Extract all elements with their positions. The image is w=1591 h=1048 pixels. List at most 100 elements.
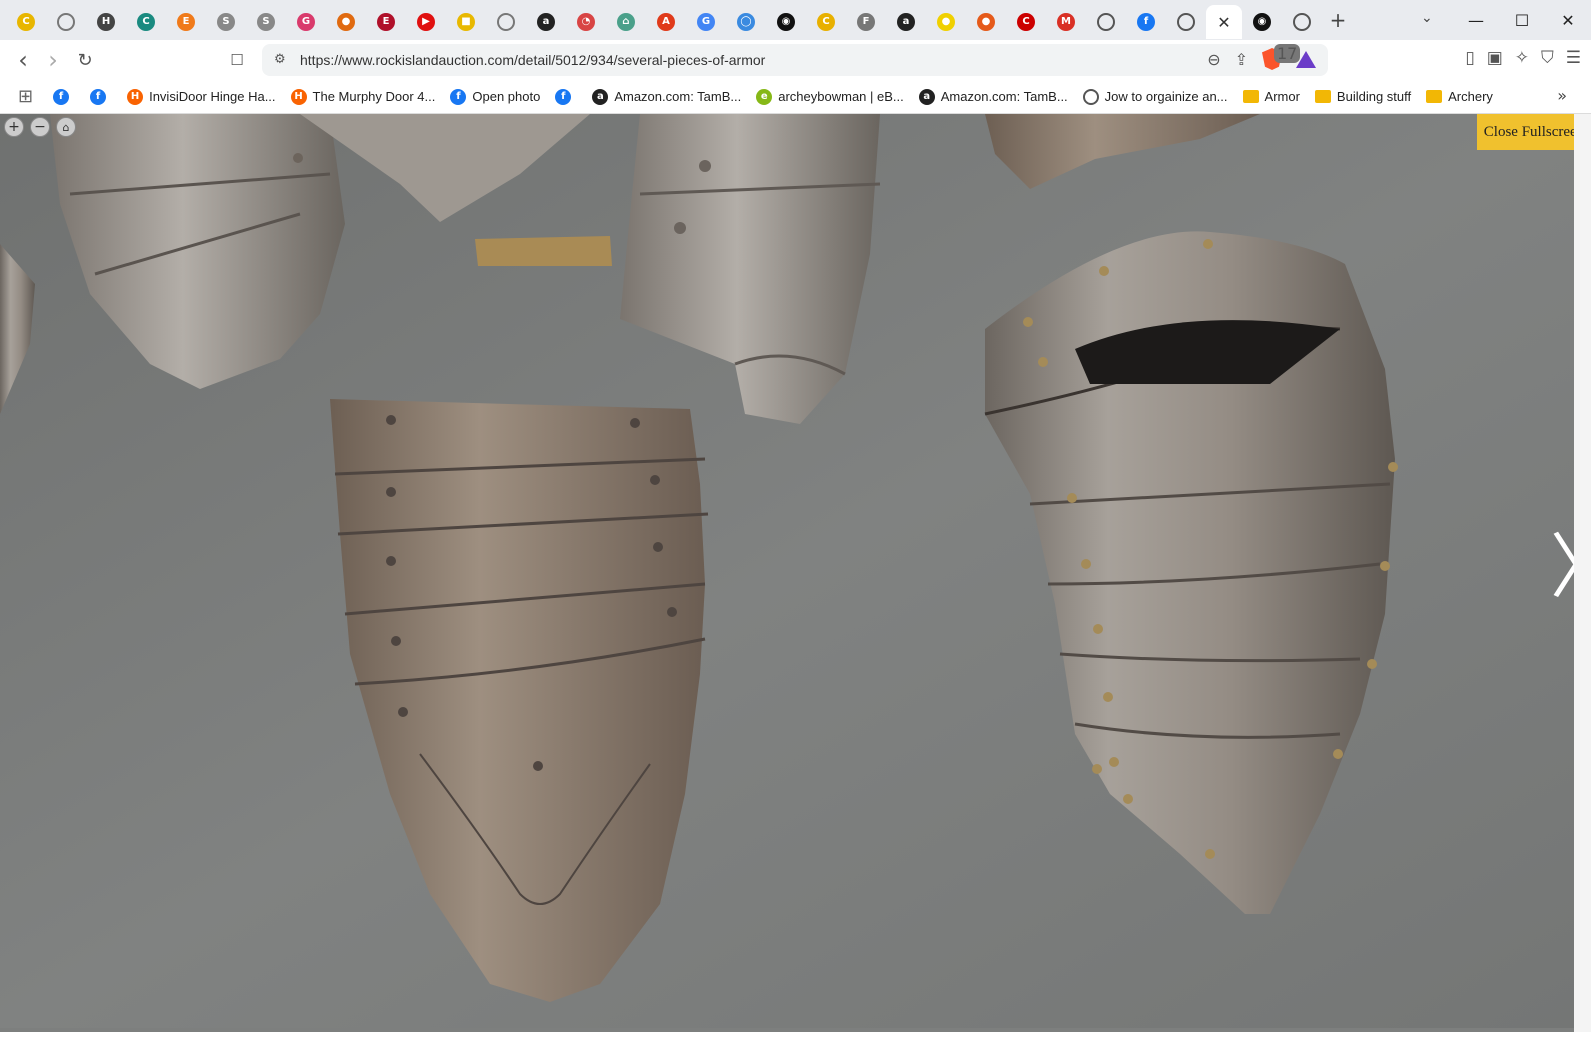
tab[interactable]: M (1046, 5, 1086, 39)
tab[interactable]: E (366, 5, 406, 39)
share-icon[interactable]: ⇪ (1235, 50, 1248, 69)
brave-shields-button[interactable]: 17 (1262, 44, 1301, 70)
apps-icon[interactable]: ⊞ (18, 86, 33, 107)
zoom-out-button[interactable]: − (30, 117, 50, 137)
tab[interactable]: ● (926, 5, 966, 39)
ebay-icon: e (756, 88, 773, 105)
bookmark-item[interactable]: f Open photo (450, 88, 541, 105)
bookmark-item[interactable]: Jow to orgainize an... (1082, 88, 1228, 105)
vpn-icon[interactable]: ⛉ (1541, 48, 1554, 68)
tab[interactable]: H (86, 5, 126, 39)
tab[interactable]: A (646, 5, 686, 39)
page-scrollbar[interactable] (1574, 114, 1591, 1032)
tab[interactable] (1166, 5, 1206, 39)
red-favicon-icon: E (377, 13, 395, 31)
bookmark-folder[interactable]: Armor (1242, 89, 1300, 104)
chrome-favicon-icon: C (17, 13, 35, 31)
bookmark-item[interactable]: e archeybowman | eB... (756, 88, 904, 105)
tab[interactable]: C (126, 5, 166, 39)
tab[interactable]: F (846, 5, 886, 39)
bookmark-item[interactable]: H The Murphy Door 4... (290, 88, 435, 105)
zoom-in-button[interactable]: + (4, 117, 24, 137)
facebook-icon: f (555, 88, 572, 105)
tab[interactable]: ● (966, 5, 1006, 39)
bookmark-item[interactable]: f (90, 88, 112, 105)
tab[interactable] (46, 5, 86, 39)
bookmark-label: Jow to orgainize an... (1104, 89, 1228, 104)
yellow-favicon-icon: ■ (457, 13, 475, 31)
bookmark-item[interactable]: f (555, 88, 577, 105)
orange-circle-icon: ● (977, 13, 995, 31)
site-info-icon[interactable]: ⚙ (274, 52, 286, 67)
bookmark-label: Open photo (472, 89, 541, 104)
cnn-icon: C (1017, 13, 1035, 31)
bookmark-item[interactable]: a Amazon.com: TamB... (918, 88, 1068, 105)
tab[interactable]: ▶ (406, 5, 446, 39)
zoom-icon[interactable]: ⊖ (1207, 50, 1220, 69)
tab[interactable]: f (1126, 5, 1166, 39)
bookmark-folder[interactable]: Archery (1426, 89, 1493, 104)
home-depot-icon: H (290, 88, 307, 105)
c-favicon-icon: C (137, 13, 155, 31)
tab-search-button[interactable]: ⌄ (1421, 10, 1433, 26)
toolbar-right: ▯ ▣ ✧ ⛉ ☰ (1465, 48, 1581, 68)
tab[interactable]: ⌂ (606, 5, 646, 39)
tab[interactable] (1086, 5, 1126, 39)
maximize-button[interactable]: ☐ (1499, 11, 1545, 30)
bookmarks-overflow-button[interactable]: » (1557, 86, 1567, 105)
tab[interactable]: ◉ (1242, 5, 1282, 39)
tab[interactable]: ■ (446, 5, 486, 39)
forward-arrow-icon: › (48, 46, 58, 74)
tab[interactable]: ◔ (566, 5, 606, 39)
facebook-icon: f (1137, 13, 1155, 31)
agr-favicon-icon: A (657, 13, 675, 31)
tab[interactable] (486, 5, 526, 39)
bookmark-item[interactable]: f (53, 88, 75, 105)
forward-button[interactable]: › (38, 45, 68, 75)
menu-icon[interactable]: ☰ (1566, 48, 1581, 68)
google-icon: G (697, 13, 715, 31)
reset-zoom-button[interactable]: ⌂ (56, 117, 76, 137)
new-tab-button[interactable]: + (1322, 8, 1354, 32)
tab[interactable]: C (1006, 5, 1046, 39)
tab[interactable] (1282, 5, 1322, 39)
bookmark-icon: ☐ (230, 51, 244, 69)
window-controls: — ☐ ✕ (1453, 0, 1591, 40)
eye-icon: ◉ (777, 13, 795, 31)
tab-list: C H C E S S G ● E ▶ ■ a ◔ ⌂ A G ◯ ◉ C Fa ● ● C Mf ✕ ◉ (0, 0, 1322, 40)
bookmark-folder[interactable]: Building stuff (1314, 89, 1411, 104)
back-arrow-icon: ‹ (18, 46, 28, 74)
bookmark-button[interactable]: ☐ (222, 45, 252, 75)
bookmark-item[interactable]: H InvisiDoor Hinge Ha... (127, 88, 276, 105)
sidebar-icon[interactable]: ▯ (1465, 48, 1474, 68)
tab[interactable]: S (206, 5, 246, 39)
tab-active[interactable]: ✕ (1206, 5, 1242, 39)
reload-button[interactable]: ↻ (70, 45, 100, 75)
tab[interactable]: a (886, 5, 926, 39)
minimize-button[interactable]: — (1453, 11, 1499, 30)
close-tab-icon[interactable]: ✕ (1217, 13, 1230, 32)
tab[interactable]: ◉ (766, 5, 806, 39)
tab[interactable]: E (166, 5, 206, 39)
tab[interactable]: S (246, 5, 286, 39)
h-favicon-icon: H (97, 13, 115, 31)
tab[interactable]: G (286, 5, 326, 39)
address-bar[interactable]: ⚙ https://www.rockislandauction.com/deta… (262, 44, 1328, 76)
page-bottom-strip (0, 1032, 1591, 1048)
tab[interactable]: a (526, 5, 566, 39)
tab[interactable]: ◯ (726, 5, 766, 39)
globe-icon (1177, 13, 1195, 31)
folder-icon (1314, 90, 1331, 103)
leo-ai-icon[interactable]: ✧ (1515, 48, 1529, 68)
wallet-icon[interactable]: ▣ (1487, 48, 1503, 68)
bookmark-item[interactable]: a Amazon.com: TamB... (592, 88, 741, 105)
url-text[interactable]: https://www.rockislandauction.com/detail… (300, 52, 765, 68)
c-yellow-favicon-icon: C (817, 13, 835, 31)
tab[interactable]: G (686, 5, 726, 39)
tab[interactable]: C (806, 5, 846, 39)
plus-icon: + (8, 119, 20, 135)
tab[interactable]: ● (326, 5, 366, 39)
tab[interactable]: C (6, 5, 46, 39)
close-window-button[interactable]: ✕ (1545, 11, 1591, 30)
back-button[interactable]: ‹ (8, 45, 38, 75)
